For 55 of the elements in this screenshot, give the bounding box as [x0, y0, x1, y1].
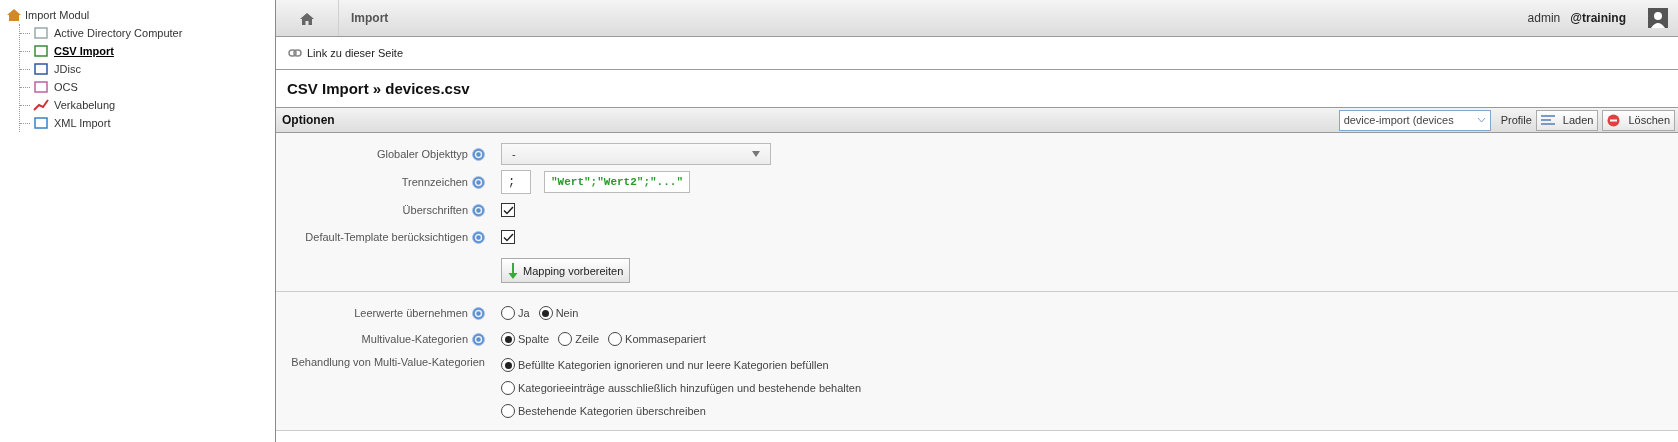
user-name: admin: [1527, 11, 1561, 25]
link-icon: [288, 49, 302, 57]
cable-icon: [33, 98, 49, 112]
mapping-button[interactable]: Mapping vorbereiten: [501, 258, 631, 283]
home-icon[interactable]: [300, 11, 314, 25]
page-title: CSV Import » devices.csv: [287, 80, 470, 97]
chevron-down-icon[interactable]: [1476, 117, 1486, 123]
delete-button[interactable]: Löschen: [1602, 109, 1675, 131]
field-label: Behandlung von Multi-Value-Kategorien: [291, 356, 485, 368]
field-label: Multivalue-Kategorien: [361, 333, 468, 345]
field-label: Überschriften: [402, 204, 468, 216]
breadcrumb-item[interactable]: Import: [339, 11, 401, 25]
help-icon[interactable]: [472, 175, 485, 189]
radio-option[interactable]: Befüllte Kategorien ignorieren und nur leere Kategorien befüllen: [501, 358, 1678, 372]
profile-select[interactable]: device-import (devices: [1338, 109, 1491, 131]
radio-option[interactable]: Ja: [501, 306, 530, 320]
house-icon: [6, 8, 22, 22]
field-label: Globaler Objekttyp: [376, 148, 468, 160]
radio-option[interactable]: Spalte: [501, 332, 550, 346]
radio-option[interactable]: Nein: [538, 306, 579, 320]
arrow-down-icon: [508, 262, 518, 279]
load-button[interactable]: Laden: [1535, 109, 1599, 131]
checkbox[interactable]: [501, 203, 515, 217]
minus-circle-icon: [1607, 113, 1621, 127]
separator-field[interactable]: ;: [501, 170, 531, 194]
page-link[interactable]: Link zu dieser Seite: [307, 47, 403, 59]
tree-item[interactable]: Verkabelung: [54, 99, 116, 111]
format-example: "Wert";"Wert2";"...": [544, 171, 691, 193]
radio-option[interactable]: Bestehende Kategorien überschreiben: [501, 404, 1678, 418]
tree-item[interactable]: OCS: [54, 81, 78, 93]
list-icon: [1540, 115, 1555, 125]
tree-item[interactable]: JDisc: [54, 63, 81, 75]
section-title: Optionen: [282, 113, 335, 127]
tree-item[interactable]: CSV Import: [54, 45, 114, 57]
tree-root-label[interactable]: Import Modul: [25, 9, 90, 21]
object-type-select[interactable]: -: [501, 143, 771, 165]
radio-option[interactable]: Kommasepariert: [608, 332, 706, 346]
radio-option[interactable]: Zeile: [558, 332, 600, 346]
profile-label: Profile: [1500, 114, 1532, 126]
field-label: Default-Template berücksichtigen: [305, 231, 468, 243]
tenant-name: @training: [1570, 11, 1626, 25]
help-icon[interactable]: [472, 203, 485, 217]
spreadsheet-icon: [33, 44, 49, 58]
avatar-icon[interactable]: [1648, 8, 1668, 28]
field-label: Trennzeichen: [401, 176, 468, 188]
dropdown-triangle-icon[interactable]: [752, 151, 760, 157]
help-icon[interactable]: [472, 230, 485, 244]
field-label: Leerwerte übernehmen: [354, 307, 468, 319]
help-icon[interactable]: [472, 306, 485, 320]
radio-option[interactable]: Kategorieeinträge ausschließlich hinzufügen und bestehende behalten: [501, 381, 1678, 395]
help-icon[interactable]: [472, 147, 485, 161]
help-icon[interactable]: [472, 332, 485, 346]
tree-item[interactable]: XML Import: [54, 117, 111, 129]
tree-item[interactable]: Active Directory Computer: [54, 27, 183, 39]
checkbox[interactable]: [501, 230, 515, 244]
